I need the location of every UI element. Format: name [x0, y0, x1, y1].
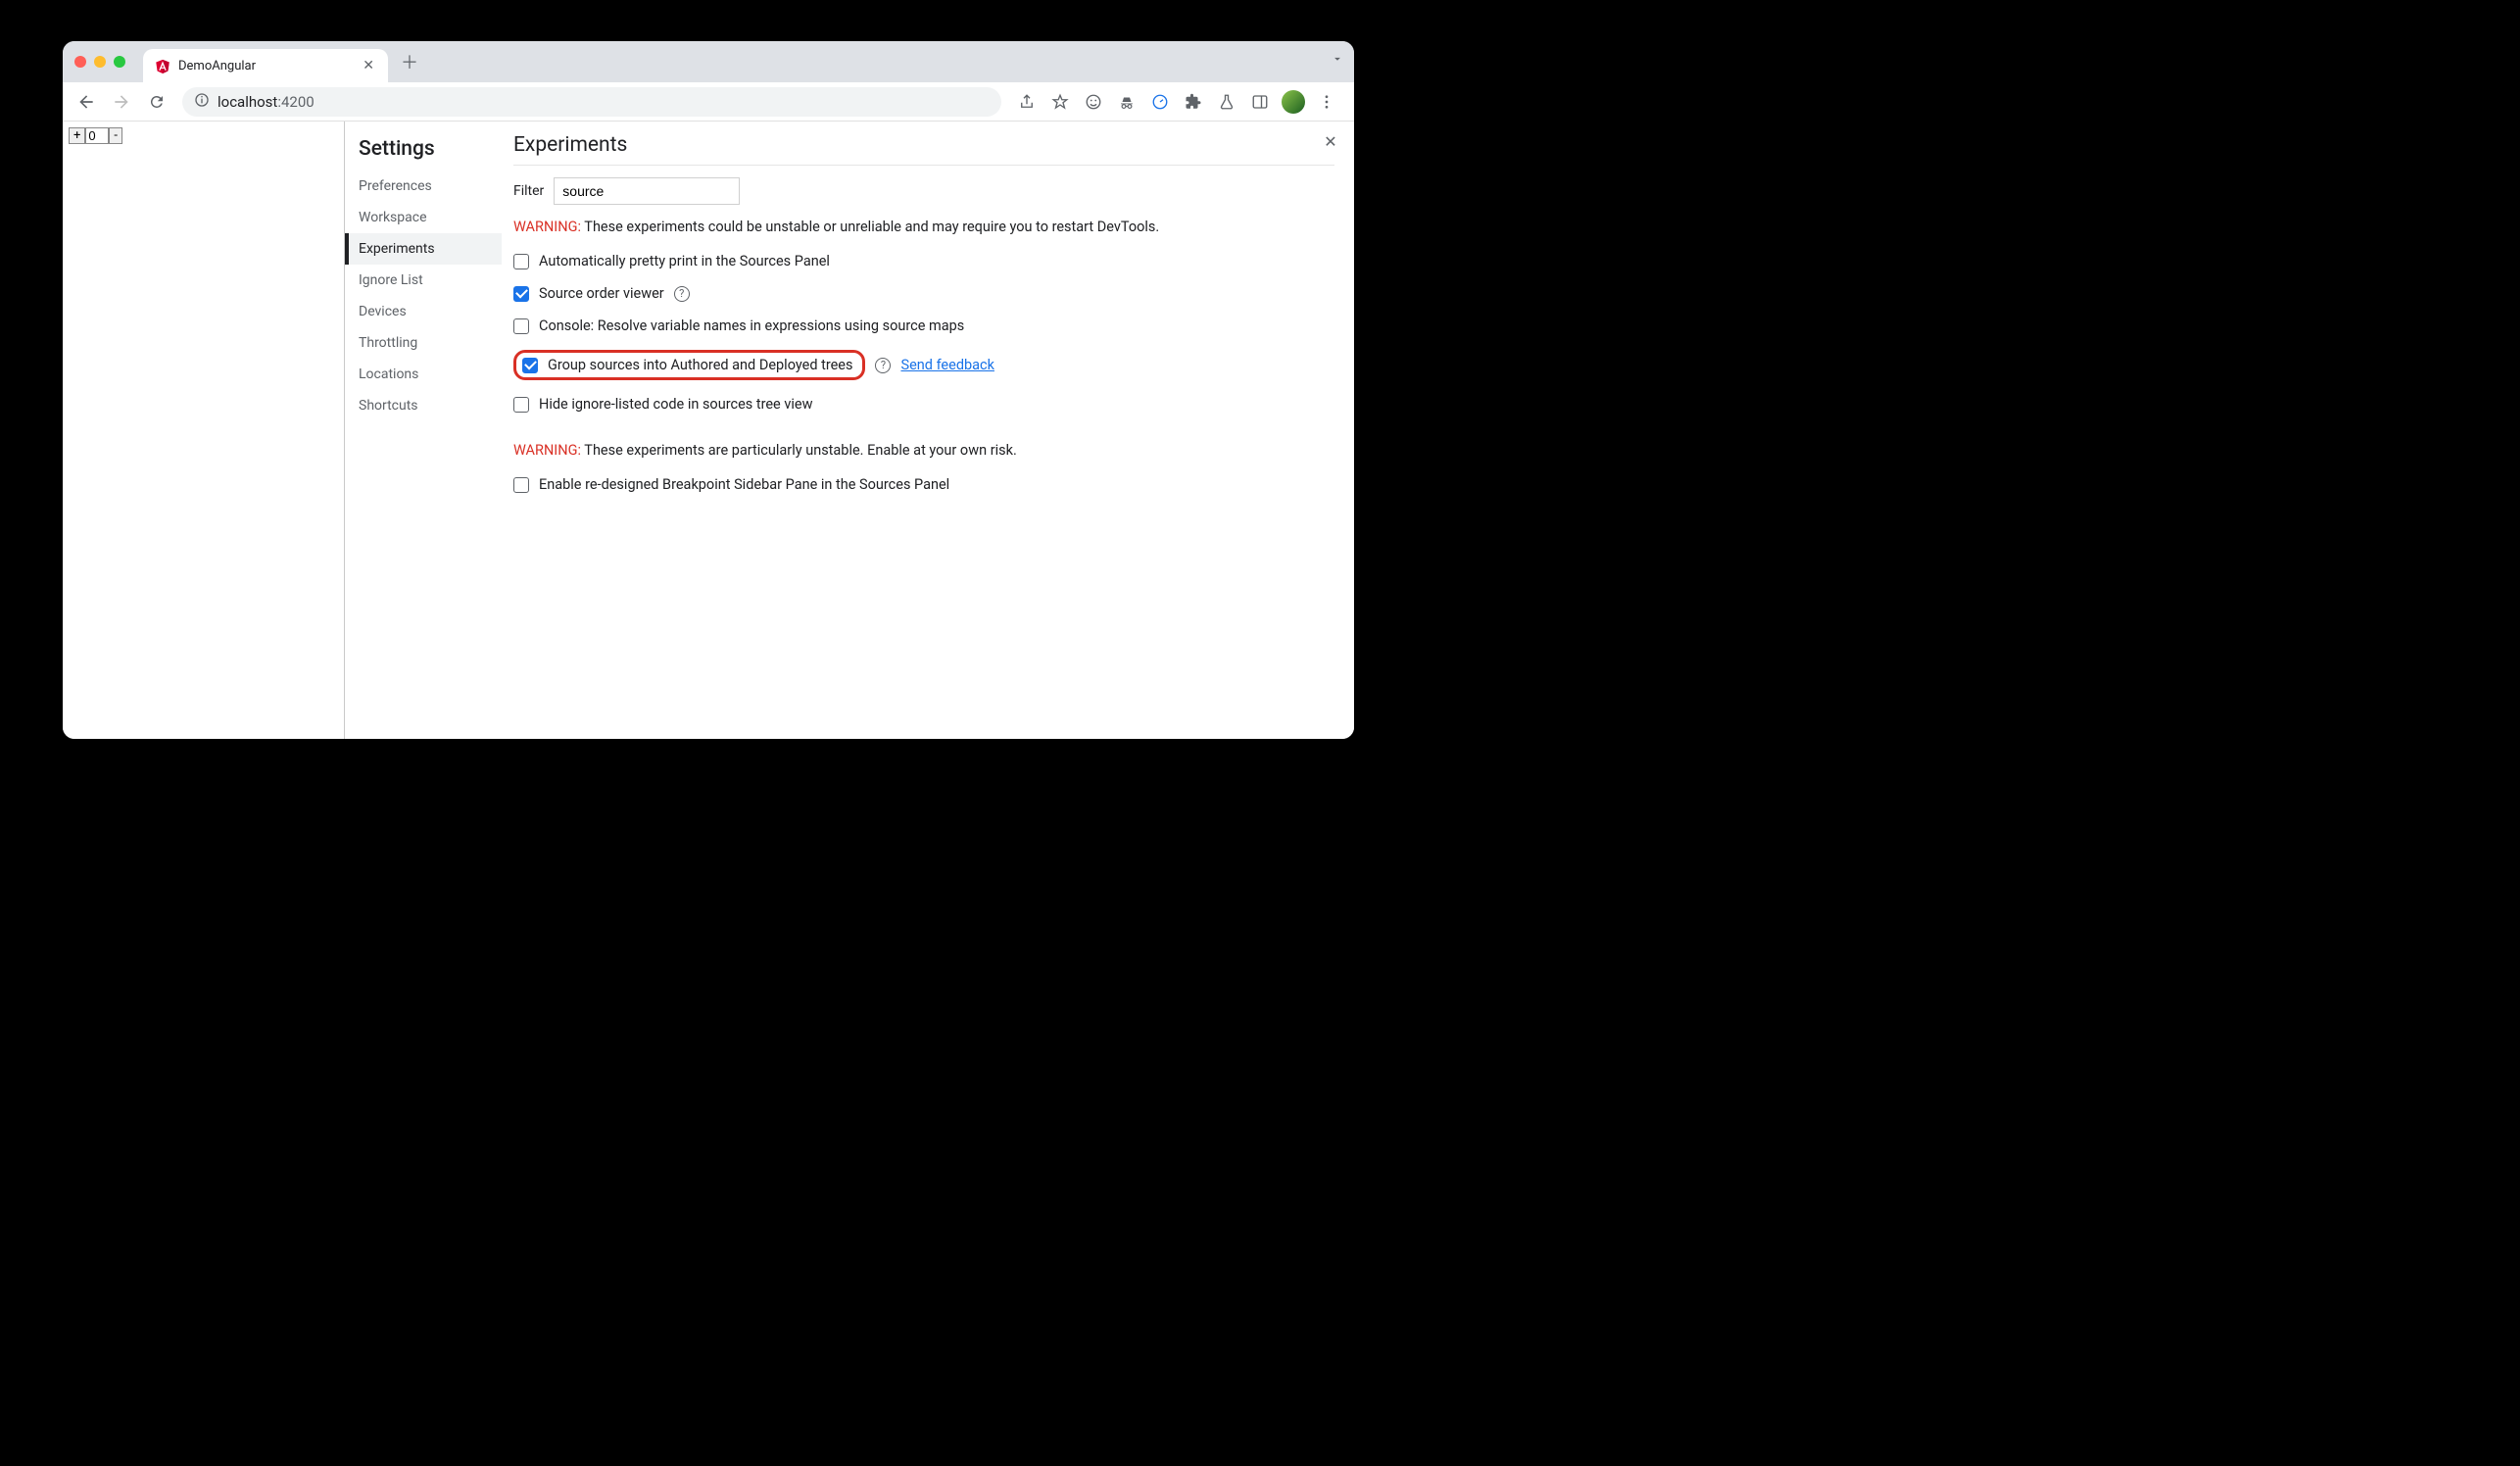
sidebar-item-throttling[interactable]: Throttling [345, 327, 502, 359]
tab-title: DemoAngular [178, 59, 353, 73]
experiment-label: Automatically pretty print in the Source… [539, 253, 830, 269]
checkbox-console-resolve[interactable] [513, 318, 529, 334]
close-settings-icon[interactable]: ✕ [1319, 129, 1342, 153]
decrement-button[interactable]: - [109, 127, 122, 144]
help-icon[interactable]: ? [674, 286, 690, 302]
send-feedback-link[interactable]: Send feedback [900, 357, 993, 373]
sidebar-item-locations[interactable]: Locations [345, 359, 502, 390]
toolbar: localhost:4200 [63, 82, 1354, 122]
incognito-icon[interactable] [1111, 86, 1142, 118]
experiment-label: Console: Resolve variable names in expre… [539, 318, 964, 334]
experiment-label: Group sources into Authored and Deployed… [548, 357, 852, 373]
emoji-icon[interactable] [1078, 86, 1109, 118]
checkbox-group-sources[interactable] [522, 358, 538, 373]
new-tab-button[interactable]: ＋ [396, 48, 423, 75]
content-area: + - ✕ Settings Preferences Workspace Exp… [63, 122, 1354, 739]
forward-button[interactable] [106, 86, 137, 118]
site-info-icon[interactable] [194, 92, 210, 112]
checkbox-source-order[interactable] [513, 286, 529, 302]
sidebar-item-ignore-list[interactable]: Ignore List [345, 265, 502, 296]
experiment-row: Hide ignore-listed code in sources tree … [513, 388, 1334, 420]
sidebar-item-devices[interactable]: Devices [345, 296, 502, 327]
browser-tab[interactable]: DemoAngular ✕ [143, 49, 388, 82]
settings-main: Experiments Filter WARNING: These experi… [502, 122, 1354, 739]
experiment-row-highlighted: Group sources into Authored and Deployed… [513, 342, 1334, 388]
profile-avatar[interactable] [1278, 86, 1309, 118]
tab-strip: DemoAngular ✕ ＋ [63, 41, 1354, 82]
experiments-heading: Experiments [513, 133, 1334, 166]
checkbox-pretty-print[interactable] [513, 254, 529, 269]
checkbox-hide-ignore-listed[interactable] [513, 397, 529, 413]
sidebar-item-preferences[interactable]: Preferences [345, 171, 502, 202]
maximize-window-button[interactable] [114, 56, 125, 68]
sidebar-item-shortcuts[interactable]: Shortcuts [345, 390, 502, 421]
help-icon[interactable]: ? [875, 358, 891, 373]
labs-icon[interactable] [1211, 86, 1242, 118]
experiment-label: Source order viewer [539, 285, 664, 302]
experiment-row: Automatically pretty print in the Source… [513, 245, 1334, 277]
page-pane: + - [63, 122, 345, 739]
close-window-button[interactable] [74, 56, 86, 68]
menu-icon[interactable] [1311, 86, 1342, 118]
filter-input[interactable] [554, 177, 740, 205]
experiment-row: Enable re-designed Breakpoint Sidebar Pa… [513, 468, 1334, 501]
sidepanel-icon[interactable] [1244, 86, 1276, 118]
tab-dropdown-icon[interactable] [1331, 51, 1344, 70]
sidebar-item-workspace[interactable]: Workspace [345, 202, 502, 233]
highlight-annotation: Group sources into Authored and Deployed… [513, 350, 865, 380]
browser-window: DemoAngular ✕ ＋ localhost:4200 [63, 41, 1354, 739]
sidebar-item-experiments[interactable]: Experiments [345, 233, 502, 265]
angular-icon [155, 58, 170, 73]
address-bar[interactable]: localhost:4200 [182, 87, 1001, 117]
settings-title: Settings [345, 131, 502, 171]
share-icon[interactable] [1011, 86, 1042, 118]
increment-button[interactable]: + [69, 127, 85, 144]
checkbox-breakpoint-sidebar[interactable] [513, 477, 529, 493]
minimize-window-button[interactable] [94, 56, 106, 68]
experiment-label: Hide ignore-listed code in sources tree … [539, 396, 812, 413]
warning-very-unstable: WARNING: These experiments are particula… [513, 442, 1334, 459]
url-host: localhost:4200 [218, 93, 315, 111]
settings-sidebar: Settings Preferences Workspace Experimen… [345, 122, 502, 739]
counter-input[interactable] [85, 127, 109, 144]
experiment-row: Source order viewer ? [513, 277, 1334, 310]
experiment-row: Console: Resolve variable names in expre… [513, 310, 1334, 342]
close-tab-icon[interactable]: ✕ [361, 56, 376, 75]
experiment-label: Enable re-designed Breakpoint Sidebar Pa… [539, 476, 949, 493]
window-controls [74, 56, 143, 68]
filter-row: Filter [513, 177, 1334, 205]
filter-label: Filter [513, 183, 544, 199]
devtools-settings-panel: ✕ Settings Preferences Workspace Experim… [345, 122, 1354, 739]
back-button[interactable] [71, 86, 102, 118]
warning-unstable: WARNING: These experiments could be unst… [513, 219, 1334, 235]
gauge-icon[interactable] [1144, 86, 1176, 118]
extensions-icon[interactable] [1178, 86, 1209, 118]
toolbar-right [1011, 86, 1346, 118]
bookmark-icon[interactable] [1044, 86, 1076, 118]
reload-button[interactable] [141, 86, 172, 118]
counter-widget: + - [69, 127, 338, 144]
